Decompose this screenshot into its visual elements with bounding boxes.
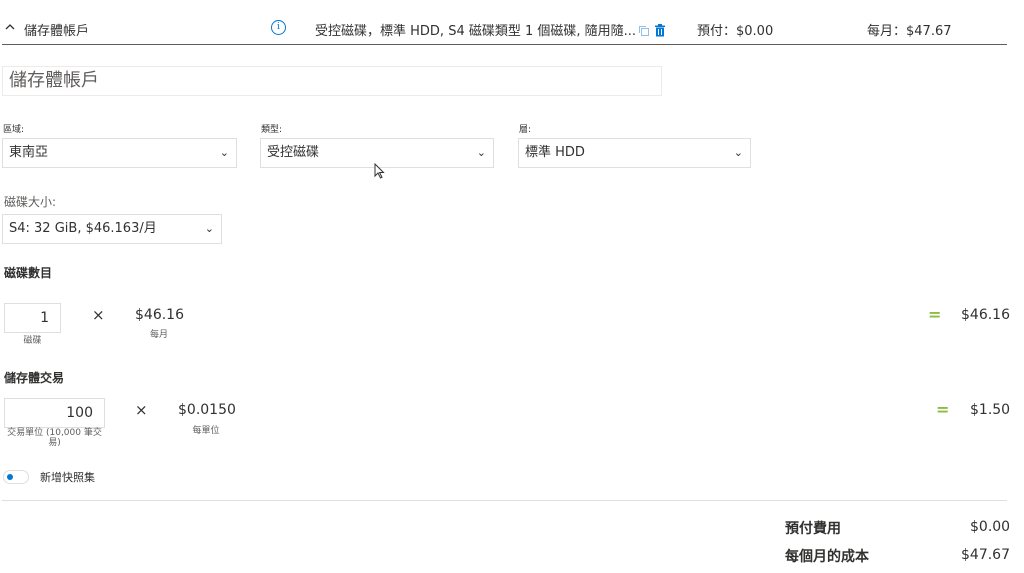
tier-label: 層:	[519, 125, 532, 135]
multiply-sign: ×	[92, 306, 105, 324]
header-upfront-cost: 預付：$0.00	[697, 24, 774, 39]
region-value: 東南亞	[9, 145, 49, 160]
monthly-cost-value: $47.67	[961, 547, 1010, 563]
mouse-cursor-icon	[374, 162, 385, 183]
region-label: 區域:	[3, 125, 25, 135]
chevron-down-icon: ⌄	[476, 146, 486, 159]
type-label: 類型:	[261, 125, 283, 135]
service-name-input[interactable]: 儲存體帳戶	[2, 66, 662, 96]
upfront-cost-label: 預付費用	[785, 521, 841, 537]
disk-line-total: $46.16	[961, 307, 1010, 323]
copy-icon[interactable]	[638, 22, 650, 36]
disk-quantity-input[interactable]: 1	[4, 303, 61, 333]
region-dropdown[interactable]: 東南亞 ⌄	[2, 138, 237, 168]
disk-unit-price: $46.16	[135, 307, 184, 323]
multiply-sign: ×	[135, 401, 148, 419]
disk-unit-price-label: 每月	[149, 330, 168, 340]
delete-icon[interactable]	[654, 22, 666, 37]
chevron-down-icon: ⌄	[204, 222, 214, 235]
transactions-title: 儲存體交易	[4, 371, 65, 385]
upfront-cost-value: $0.00	[970, 519, 1011, 535]
chevron-down-icon: ⌄	[219, 146, 229, 159]
disk-size-dropdown[interactable]: S4: 32 GiB, $46.163/月 ⌄	[2, 214, 222, 244]
summary-divider	[2, 500, 1007, 501]
transactions-quantity-input[interactable]: 100	[4, 398, 105, 428]
header-monthly-cost: 每月：$47.67	[867, 24, 952, 39]
tier-value: 標準 HDD	[525, 145, 585, 160]
info-icon[interactable]: i	[271, 20, 286, 35]
snapshot-toggle-label: 新增快照集	[40, 471, 95, 484]
equals-sign: =	[928, 305, 942, 324]
tier-dropdown[interactable]: 標準 HDD ⌄	[518, 138, 751, 168]
disk-size-value: S4: 32 GiB, $46.163/月	[9, 221, 157, 236]
monthly-cost-label: 每個月的成本	[785, 549, 869, 565]
section-description: 受控磁碟，標準 HDD, S4 磁碟類型 1 個磁碟, 隨用隨...	[315, 24, 637, 39]
transactions-unit-price-label: 每單位	[192, 426, 220, 436]
equals-sign: =	[936, 400, 950, 419]
section-title[interactable]: 儲存體帳戶	[24, 20, 89, 39]
chevron-down-icon: ⌄	[733, 146, 743, 159]
collapse-chevron-icon[interactable]	[4, 21, 18, 35]
disk-quantity-unit: 磁碟	[23, 336, 42, 346]
disk-count-title: 磁碟數目	[4, 266, 53, 280]
transactions-line-total: $1.50	[970, 402, 1011, 418]
header-divider	[2, 44, 1007, 45]
type-value: 受控磁碟	[267, 145, 320, 160]
transactions-quantity-unit: 交易單位 (10,000 筆交易)	[7, 428, 102, 448]
toggle-knob	[7, 474, 13, 480]
transactions-unit-price: $0.0150	[178, 402, 236, 418]
snapshot-toggle[interactable]	[3, 470, 29, 484]
disk-size-label: 磁碟大小:	[4, 195, 57, 209]
